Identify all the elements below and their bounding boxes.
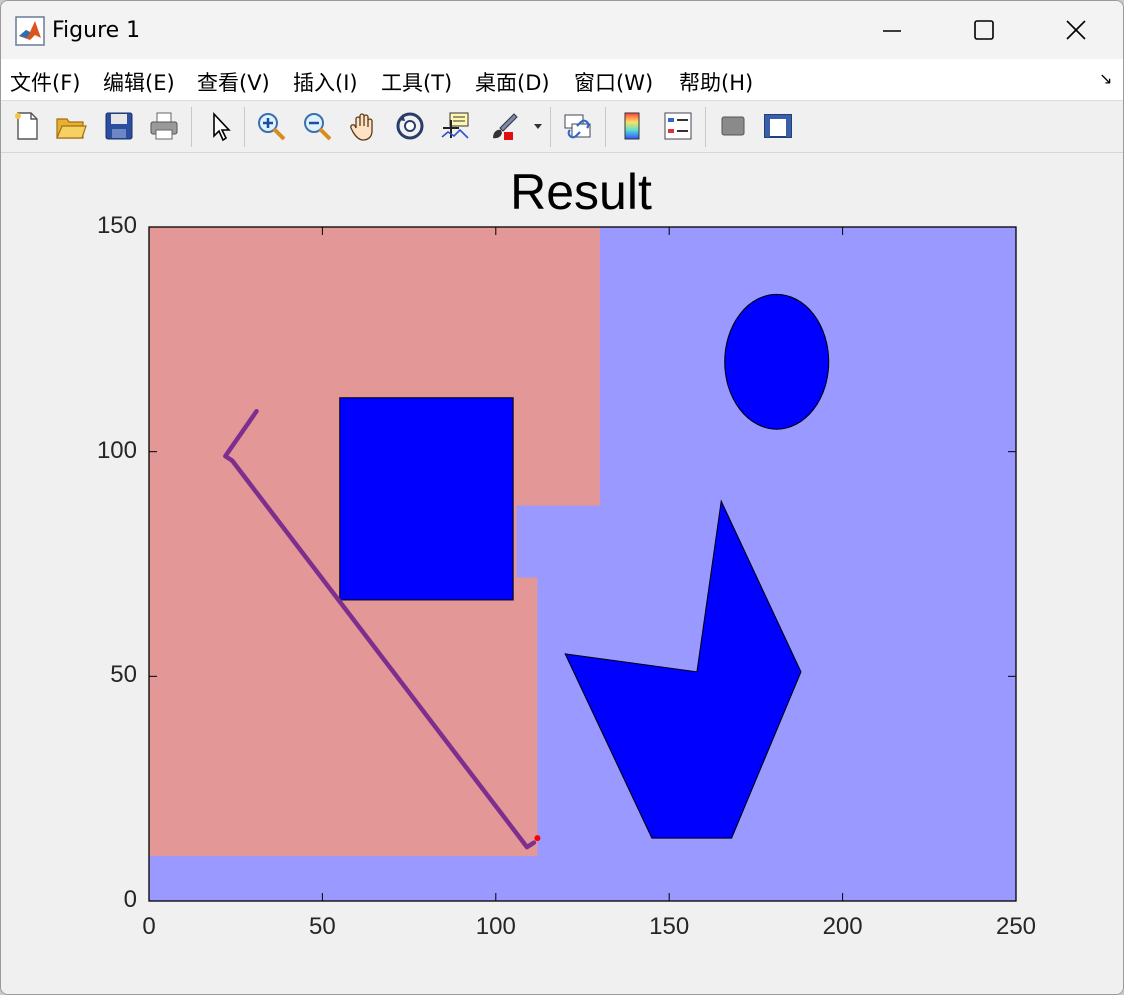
select-arrow-icon[interactable]	[205, 110, 237, 142]
zoom-out-icon[interactable]	[301, 110, 333, 142]
minimize-icon	[883, 30, 901, 32]
minimize-button[interactable]	[846, 1, 938, 59]
legend-icon[interactable]	[662, 110, 694, 142]
y-tick-label: 150	[96, 212, 137, 239]
y-tick-label: 50	[110, 661, 137, 689]
obstacle-ellipse	[724, 293, 830, 430]
maximize-icon	[974, 20, 994, 40]
figure-toolbar	[1, 101, 1123, 153]
plot-svg	[148, 226, 1017, 902]
toolbar-separator	[550, 107, 551, 147]
goal-marker	[534, 835, 541, 842]
menu-view[interactable]: 查看(V)	[197, 67, 270, 97]
title-bar[interactable]: Figure 1	[1, 1, 1123, 59]
y-tick-label: 100	[96, 436, 137, 464]
hide-plot-tools-icon[interactable]	[717, 110, 749, 142]
open-file-icon[interactable]	[55, 110, 87, 142]
show-plot-tools-icon[interactable]	[762, 110, 794, 142]
obstacle-rectangle	[339, 397, 514, 601]
menu-bar: 文件(F) 编辑(E) 查看(V) 插入(I) 工具(T) 桌面(D) 窗口(W…	[1, 59, 1123, 101]
pan-hand-icon[interactable]	[348, 110, 380, 142]
close-icon	[1066, 20, 1086, 40]
toolbar-separator	[705, 107, 706, 147]
menu-insert[interactable]: 插入(I)	[293, 67, 358, 97]
x-tick-label: 50	[309, 913, 336, 940]
menu-edit[interactable]: 编辑(E)	[103, 67, 175, 97]
data-cursor-icon[interactable]	[440, 110, 472, 142]
toolbar-separator	[191, 107, 192, 147]
x-tick-label: 100	[475, 913, 516, 940]
zoom-in-icon[interactable]	[255, 110, 287, 142]
x-tick-label: 200	[822, 913, 863, 940]
colorbar-icon[interactable]	[617, 110, 649, 142]
figure-canvas[interactable]: Result 0 50 100 150 200 250 0 50 100 150	[1, 153, 1123, 994]
matlab-logo-icon	[15, 16, 45, 46]
save-icon[interactable]	[103, 110, 135, 142]
maximize-button[interactable]	[938, 1, 1030, 59]
figure-window: Figure 1 文件(F) 编辑(E) 查看(V) 插入(I) 工具(T) 桌…	[0, 0, 1124, 995]
menu-window[interactable]: 窗口(W)	[574, 67, 653, 97]
new-figure-icon[interactable]	[11, 110, 43, 142]
toolbar-separator	[605, 107, 606, 147]
brush-dropdown-icon[interactable]	[531, 110, 545, 142]
rotate-3d-icon[interactable]	[394, 110, 426, 142]
menu-desktop[interactable]: 桌面(D)	[475, 67, 550, 97]
x-tick-label: 0	[142, 913, 156, 940]
print-icon[interactable]	[148, 110, 180, 142]
x-tick-label: 150	[649, 913, 690, 940]
menu-file[interactable]: 文件(F)	[10, 67, 80, 97]
menu-tools[interactable]: 工具(T)	[381, 67, 452, 97]
dock-arrow-icon[interactable]: ↘	[1099, 69, 1112, 88]
toolbar-separator	[244, 107, 245, 147]
link-plot-icon[interactable]	[562, 110, 594, 142]
x-tick-label: 250	[995, 913, 1037, 940]
menu-help[interactable]: 帮助(H)	[679, 67, 753, 97]
close-button[interactable]	[1030, 1, 1122, 59]
window-title: Figure 1	[52, 18, 141, 43]
brush-icon[interactable]	[488, 110, 520, 142]
y-tick-label: 0	[123, 886, 137, 913]
